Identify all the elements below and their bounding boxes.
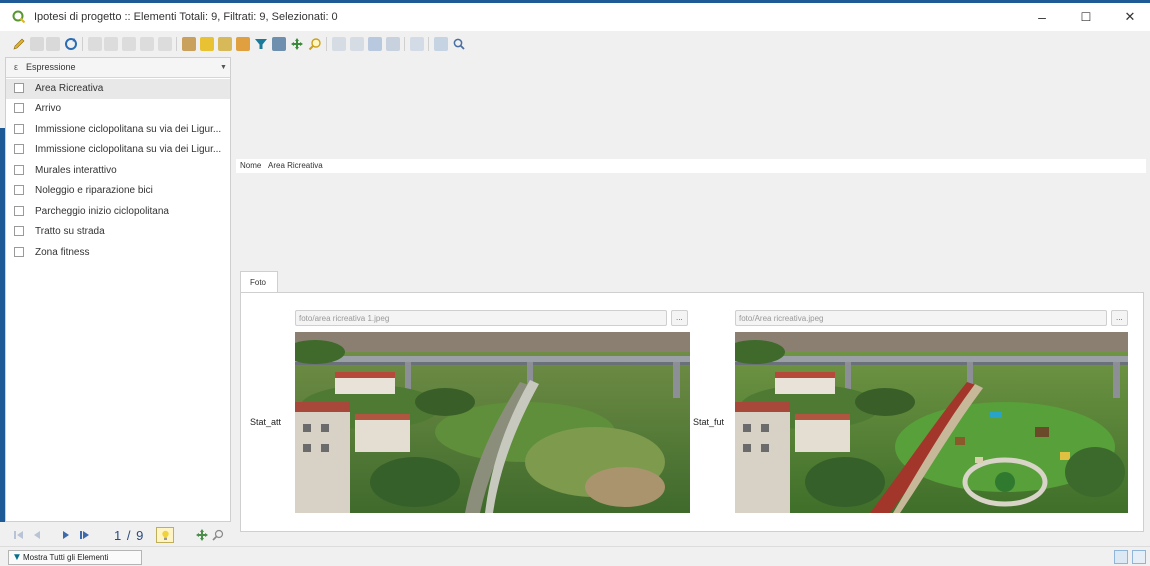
- previous-feature-icon[interactable]: [32, 530, 42, 540]
- select-all-icon[interactable]: [200, 37, 214, 51]
- list-item[interactable]: Murales interattivo: [6, 161, 230, 181]
- actions-icon[interactable]: [410, 37, 424, 51]
- minimize-button[interactable]: –: [1022, 5, 1062, 29]
- feature-list-panel: ε Espressione ▼ Area Ricreativa Arrivo I…: [5, 57, 231, 522]
- zoom-to-feature-icon[interactable]: [212, 529, 224, 541]
- expression-selector[interactable]: ε Espressione ▼: [6, 58, 230, 78]
- table-view-button[interactable]: [1132, 550, 1146, 564]
- maximize-button[interactable]: ☐: [1066, 5, 1106, 29]
- reload-icon[interactable]: [64, 37, 78, 51]
- list-item[interactable]: Noleggio e riparazione bici: [6, 181, 230, 201]
- field-calculator-icon[interactable]: [368, 37, 382, 51]
- window-title: Ipotesi di progetto :: Elementi Totali: …: [34, 11, 338, 23]
- expression-label: Espressione: [26, 62, 76, 72]
- conditional-formatting-icon[interactable]: [386, 37, 400, 51]
- browse-button-right[interactable]: ...: [1111, 310, 1128, 326]
- lightbulb-icon: [162, 530, 169, 540]
- edit-pencil-icon[interactable]: [12, 37, 26, 51]
- highlight-feature-button[interactable]: [156, 527, 174, 543]
- feature-checkbox[interactable]: [14, 144, 24, 154]
- qgis-logo-icon: [12, 10, 26, 24]
- pan-map-icon[interactable]: [290, 37, 304, 51]
- chevron-down-icon[interactable]: ▼: [220, 64, 227, 71]
- feature-checkbox[interactable]: [14, 83, 24, 93]
- save-edits-icon[interactable]: [46, 37, 60, 51]
- delete-field-icon[interactable]: [350, 37, 364, 51]
- list-item[interactable]: Immissione ciclopolitana su via dei Ligu…: [6, 120, 230, 140]
- last-feature-icon[interactable]: [80, 530, 91, 540]
- zoom-map-icon[interactable]: [308, 37, 322, 51]
- form-view-button[interactable]: [1114, 550, 1128, 564]
- photo-stat-att[interactable]: [295, 332, 690, 513]
- list-item[interactable]: Arrivo: [6, 99, 230, 119]
- list-item[interactable]: Tratto su strada: [6, 222, 230, 242]
- nome-label: Nome: [240, 161, 262, 170]
- select-by-expression-icon[interactable]: [182, 37, 196, 51]
- paste-icon[interactable]: [158, 37, 172, 51]
- feature-checkbox[interactable]: [14, 185, 24, 195]
- new-field-icon[interactable]: [332, 37, 346, 51]
- foto-tab-content: foto/area ricreativa 1.jpeg ... Stat_att: [240, 292, 1144, 532]
- filter-icon: ▼: [12, 552, 22, 563]
- title-bar: Ipotesi di progetto :: Elementi Totali: …: [0, 3, 1150, 31]
- multi-edit-icon[interactable]: [30, 37, 44, 51]
- feature-checkbox[interactable]: [14, 165, 24, 175]
- list-item[interactable]: Area Ricreativa: [6, 79, 230, 99]
- photo-label-left: Stat_att: [250, 417, 282, 427]
- dock-icon[interactable]: [434, 37, 448, 51]
- list-item[interactable]: Immissione ciclopolitana su via dei Ligu…: [6, 140, 230, 160]
- delete-feature-icon[interactable]: [104, 37, 118, 51]
- photo-path-field-left[interactable]: foto/area ricreativa 1.jpeg: [295, 310, 667, 326]
- attribute-form: Nome Area Ricreativa Foto foto/area ricr…: [232, 57, 1150, 546]
- feature-navigation: 1 / 9: [5, 524, 231, 546]
- deselect-all-icon[interactable]: [236, 37, 250, 51]
- photo-label-right: Stat_fut: [693, 417, 725, 427]
- photo-stat-fut[interactable]: [735, 332, 1128, 513]
- tab-foto[interactable]: Foto: [240, 271, 278, 293]
- status-bar: ▼ Mostra Tutti gli Elementi: [0, 546, 1150, 566]
- toolbar: [0, 31, 1150, 57]
- feature-checkbox[interactable]: [14, 226, 24, 236]
- nome-value[interactable]: Area Ricreativa: [268, 161, 323, 170]
- feature-checkbox[interactable]: [14, 124, 24, 134]
- search-icon[interactable]: [452, 37, 466, 51]
- nome-field-row: Nome Area Ricreativa: [236, 159, 1146, 173]
- feature-counter: 1 / 9: [114, 528, 145, 543]
- browse-button-left[interactable]: ...: [671, 310, 688, 326]
- first-feature-icon[interactable]: [14, 530, 24, 540]
- close-button[interactable]: ✕: [1110, 5, 1150, 29]
- copy-icon[interactable]: [140, 37, 154, 51]
- show-all-features-button[interactable]: ▼ Mostra Tutti gli Elementi: [8, 550, 142, 565]
- add-feature-icon[interactable]: [88, 37, 102, 51]
- pan-to-feature-icon[interactable]: [196, 529, 208, 541]
- next-feature-icon[interactable]: [61, 530, 71, 540]
- move-selection-top-icon[interactable]: [272, 37, 286, 51]
- feature-checkbox[interactable]: [14, 247, 24, 257]
- invert-selection-icon[interactable]: [218, 37, 232, 51]
- expression-icon: ε: [14, 62, 19, 72]
- filter-icon[interactable]: [254, 37, 268, 51]
- feature-checkbox[interactable]: [14, 206, 24, 216]
- cut-icon[interactable]: [122, 37, 136, 51]
- feature-checkbox[interactable]: [14, 103, 24, 113]
- list-item[interactable]: Parcheggio inizio ciclopolitana: [6, 202, 230, 222]
- list-item[interactable]: Zona fitness: [6, 243, 230, 263]
- photo-path-field-right[interactable]: foto/Area ricreativa.jpeg: [735, 310, 1107, 326]
